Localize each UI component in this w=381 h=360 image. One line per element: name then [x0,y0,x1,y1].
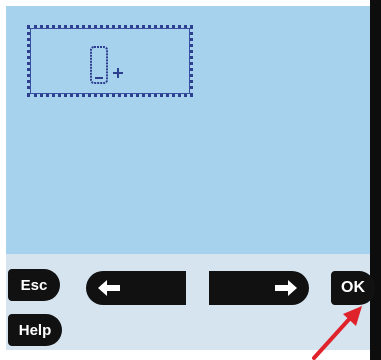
red-pointer-arrow [312,306,362,360]
right-arrow-button[interactable] [209,271,309,305]
arrow-left-icon [98,280,120,296]
left-arrow-button[interactable] [86,271,186,305]
device-panel: Esc OK Help [0,0,381,360]
esc-button[interactable]: Esc [8,269,60,301]
add-device-tile[interactable] [27,25,193,97]
esc-label: Esc [20,276,48,294]
help-button[interactable]: Help [8,314,62,346]
ok-label: OK [341,279,365,296]
arrow-right-icon [275,280,297,296]
phone-add-icon [90,46,123,84]
lcd-panel [6,6,370,350]
help-label: Help [18,321,52,339]
lcd-screen [6,6,370,254]
